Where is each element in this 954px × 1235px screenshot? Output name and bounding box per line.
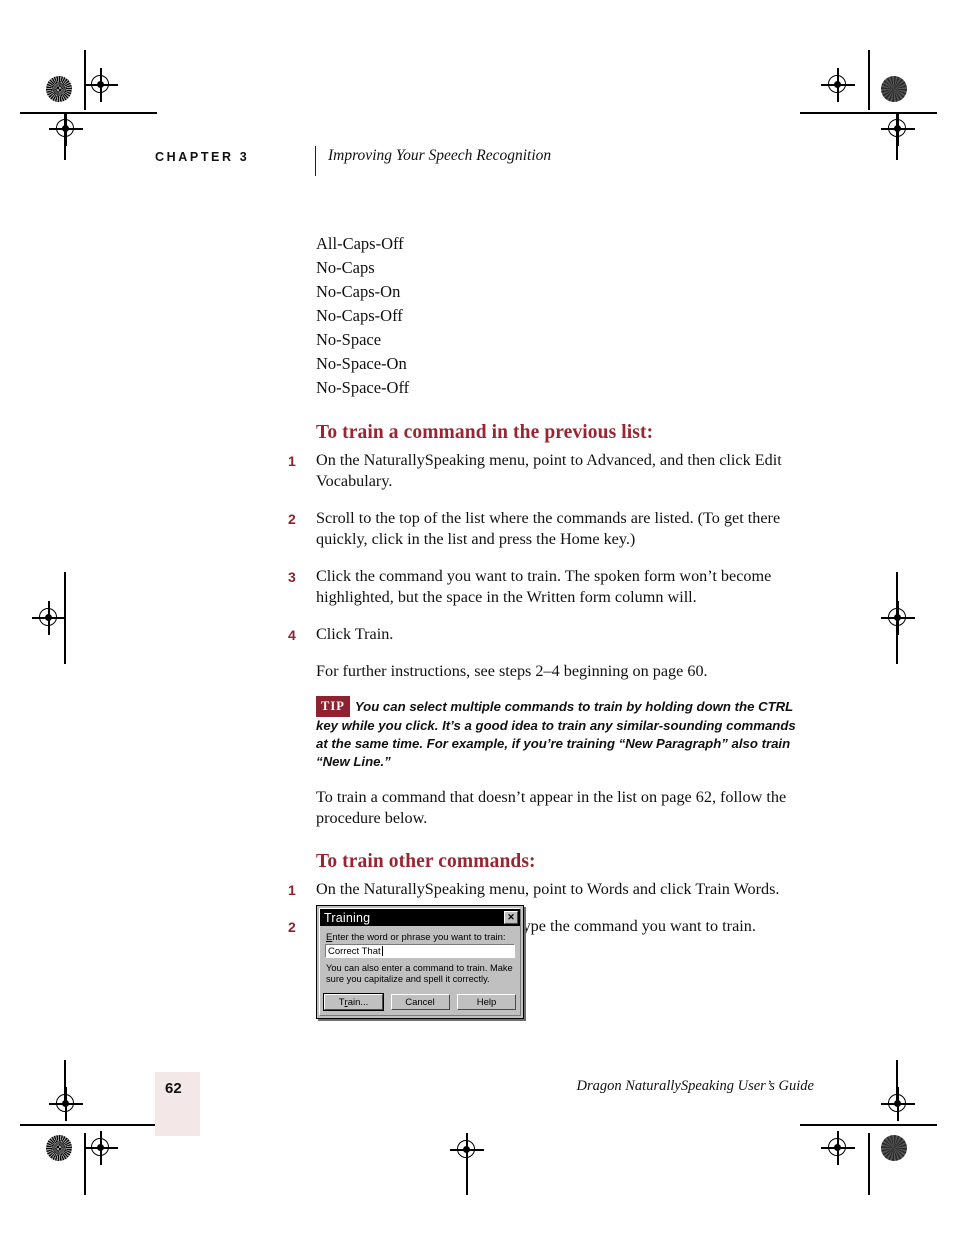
cancel-button[interactable]: Cancel bbox=[390, 994, 450, 1010]
body-column: All-Caps-Off No-Caps No-Caps-On No-Caps-… bbox=[288, 232, 808, 953]
step-number: 2 bbox=[288, 919, 296, 935]
step-text: On the NaturallySpeaking menu, point to … bbox=[316, 880, 780, 898]
step-text: On the NaturallySpeaking menu, point to … bbox=[316, 451, 782, 490]
dialog-button-row: Tr ain... Cancel Help bbox=[323, 993, 516, 1011]
step-number: 3 bbox=[288, 569, 296, 585]
step-number: 4 bbox=[288, 627, 296, 643]
help-button[interactable]: Help bbox=[457, 994, 516, 1010]
train-word-input[interactable]: Correct That bbox=[325, 944, 515, 958]
section-heading-train-previous-list: To train a command in the previous list: bbox=[316, 422, 654, 443]
voice-command-list: All-Caps-Off No-Caps No-Caps-On No-Caps-… bbox=[288, 232, 808, 400]
step-text: Scroll to the top of the list where the … bbox=[316, 509, 781, 548]
step-text: Click the command you want to train. The… bbox=[316, 567, 772, 606]
input-field-label-rest: nter the word or phrase you want to trai… bbox=[332, 932, 506, 943]
procedure-step: 1 On the NaturallySpeaking menu, point t… bbox=[288, 450, 808, 492]
list-item: No-Space-Off bbox=[316, 378, 410, 397]
train-button-post: ain... bbox=[347, 996, 369, 1008]
train-button[interactable]: Tr ain... bbox=[323, 993, 384, 1011]
train-word-input-value: Correct That bbox=[328, 945, 381, 957]
tip-text: You can select multiple commands to trai… bbox=[316, 699, 796, 769]
dialog-title: Training bbox=[324, 910, 371, 925]
footer-guide-title: Dragon NaturallySpeaking User’s Guide bbox=[576, 1078, 815, 1094]
chapter-label: CHAPTER 3 bbox=[155, 150, 250, 164]
list-item: All-Caps-Off bbox=[316, 234, 404, 253]
tip-callout: TIP You can select multiple commands to t… bbox=[316, 696, 808, 771]
dialog-titlebar: Training ✕ bbox=[320, 909, 520, 926]
section-heading-train-other-commands: To train other commands: bbox=[316, 851, 536, 872]
page-number-box: 62 bbox=[155, 1072, 200, 1136]
list-item: No-Caps-On bbox=[316, 282, 401, 301]
running-head: CHAPTER 3 Improving Your Speech Recognit… bbox=[155, 146, 815, 180]
list-item: No-Space bbox=[316, 330, 382, 349]
close-icon[interactable]: ✕ bbox=[504, 911, 518, 924]
list-item: No-Caps bbox=[316, 258, 375, 277]
running-head-divider bbox=[315, 146, 316, 176]
manual-page: CHAPTER 3 Improving Your Speech Recognit… bbox=[0, 0, 954, 1235]
dialog-help-note: You can also enter a command to train. M… bbox=[326, 963, 513, 984]
chapter-title: Improving Your Speech Recognition bbox=[328, 147, 552, 164]
training-dialog-screenshot: Training ✕ Enter the word or phrase you … bbox=[316, 905, 524, 1019]
procedure-step: 3 Click the command you want to train. T… bbox=[288, 566, 808, 608]
page-number: 62 bbox=[165, 1080, 182, 1097]
list-item: No-Caps-Off bbox=[316, 306, 403, 325]
follow-up-note: For further instructions, see steps 2–4 … bbox=[316, 662, 708, 680]
input-field-label: Enter the word or phrase you want to tra… bbox=[326, 932, 506, 943]
step-text: Click Train. bbox=[316, 625, 394, 643]
step-number: 1 bbox=[288, 453, 296, 469]
step-number: 1 bbox=[288, 882, 296, 898]
intro-paragraph: To train a command that doesn’t appear i… bbox=[316, 788, 787, 827]
procedure-steps-previous-list: 1 On the NaturallySpeaking menu, point t… bbox=[288, 450, 808, 645]
procedure-step: 1 On the NaturallySpeaking menu, point t… bbox=[288, 879, 808, 900]
procedure-step: 2 Scroll to the top of the list where th… bbox=[288, 508, 808, 550]
procedure-step: 4 Click Train. bbox=[288, 624, 808, 645]
list-item: No-Space-On bbox=[316, 354, 407, 373]
tip-badge: TIP bbox=[316, 696, 350, 717]
text-caret bbox=[381, 946, 383, 956]
step-number: 2 bbox=[288, 511, 296, 527]
